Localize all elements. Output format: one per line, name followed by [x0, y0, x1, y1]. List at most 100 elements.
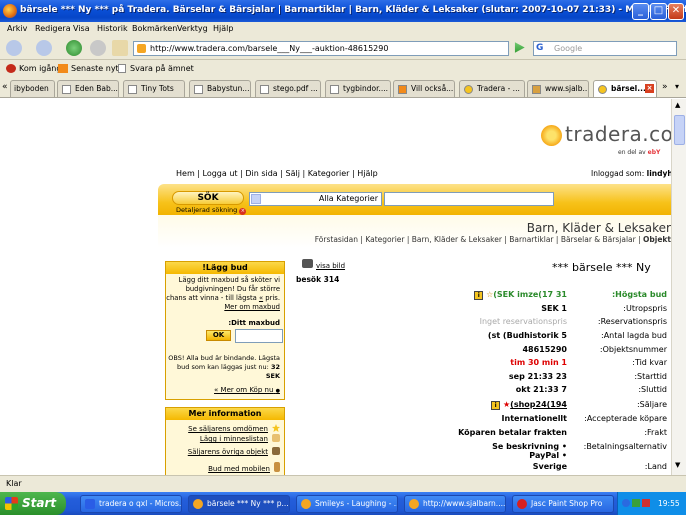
value-hogsta-bud[interactable]: i ☆(SEK imze(17 31 — [474, 290, 567, 300]
tab-barsele-active[interactable]: bärsel... × — [593, 80, 657, 97]
menu-visa[interactable]: Visa — [73, 24, 90, 33]
ovriga-objekt-link[interactable]: Säljarens övriga objekt — [188, 447, 280, 456]
omdomen-link[interactable]: Se säljarens omdömen — [188, 424, 280, 433]
nav-din-sida[interactable]: Din sida — [245, 169, 277, 178]
auction-search-input[interactable] — [384, 192, 554, 206]
task-paint-shop-pro[interactable]: Jasc Paint Shop Pro — [512, 495, 614, 513]
label-reservationspris: :Reservationspris — [597, 317, 667, 326]
sok-button[interactable]: SÖK — [172, 191, 244, 205]
breadcrumb-item[interactable]: Barnartiklar — [509, 235, 553, 244]
back-icon[interactable] — [6, 40, 22, 56]
task-sjalbarn[interactable]: http://www.sjalbarn.... — [404, 495, 506, 513]
tab-babystun[interactable]: Babystun... — [189, 80, 251, 97]
tradera-icon — [464, 85, 473, 94]
breadcrumb-item[interactable]: Barn, Kläder & Leksaker — [412, 235, 502, 244]
tab-tygbindor[interactable]: tygbindor.... — [325, 80, 391, 97]
home-icon[interactable] — [112, 40, 128, 56]
tab-ibyboden[interactable]: ibyboden — [10, 80, 55, 97]
value-tid-kvar: tim 30 min 1 — [510, 358, 567, 367]
tab-label: Eden Bab... — [75, 84, 118, 93]
logo-sub: en del av ebY — [618, 149, 661, 156]
tab-sjalbarn[interactable]: www.sjalb... — [527, 80, 589, 97]
reload-icon[interactable] — [66, 40, 82, 56]
scroll-down-icon[interactable]: ▼ — [675, 461, 680, 469]
value-sluttid: okt 21:33 7 — [515, 385, 567, 394]
menu-arkiv[interactable]: Arkiv — [7, 24, 27, 33]
task-barsele-firefox[interactable]: bärsele *** Ny *** p... — [188, 495, 290, 513]
tradera-icon — [598, 85, 607, 94]
tray-icon[interactable] — [622, 499, 630, 507]
forward-icon[interactable] — [36, 40, 52, 56]
window-title: bärsele *** Ny *** på Tradera. Bärselar … — [20, 5, 686, 15]
nav-salj[interactable]: Sälj — [285, 169, 299, 178]
minimize-button[interactable]: _ — [632, 3, 649, 20]
value-betalning-2: PayPal • — [529, 451, 567, 460]
menu-redigera[interactable]: Redigera — [35, 24, 71, 33]
task-tradera-word[interactable]: tradera o qxl - Micros... — [80, 495, 182, 513]
url-bar[interactable]: http://www.tradera.com/barsele___Ny___-a… — [133, 41, 509, 56]
visit-count: besök 314 — [296, 275, 340, 284]
firefox-icon — [3, 4, 17, 18]
search-input[interactable]: G Google — [533, 41, 677, 56]
tab-stego[interactable]: stego.pdf ... — [255, 80, 321, 97]
start-button[interactable]: Start — [0, 492, 66, 515]
mobile-phone-icon — [274, 462, 280, 472]
label-frakt: :Frakt — [644, 428, 667, 437]
tray-icon[interactable] — [642, 499, 650, 507]
tab-scroll-left-icon[interactable]: « — [2, 82, 8, 92]
bookmark-senaste-nytt[interactable]: Senaste nytt — [71, 64, 122, 73]
tab-close-icon[interactable]: × — [645, 84, 654, 93]
blogger-icon — [398, 85, 407, 94]
vertical-scrollbar[interactable]: ▲ ▼ — [671, 99, 686, 475]
menu-verktyg[interactable]: Verktyg — [177, 24, 208, 33]
go-icon[interactable] — [514, 42, 525, 53]
scrollbar-thumb[interactable] — [674, 115, 685, 145]
maximize-button[interactable]: □ — [650, 3, 667, 20]
menu-bokmarken[interactable]: Bokmärken — [132, 24, 177, 33]
firefox-icon — [193, 499, 203, 509]
tab-tiny-tots[interactable]: Tiny Tots — [123, 80, 185, 97]
tab-tradera[interactable]: Tradera - ... — [459, 80, 525, 97]
nav-kategorier[interactable]: Kategorier — [308, 169, 350, 178]
nav-logga-ut[interactable]: Logga ut — [203, 169, 238, 178]
task-smileys[interactable]: Smileys - Laughing - ... — [296, 495, 398, 513]
menu-historik[interactable]: Historik — [97, 24, 128, 33]
bud-med-mobilen-link[interactable]: Bud med mobilen — [208, 462, 280, 473]
tab-scroll-right-icon[interactable]: » — [662, 82, 668, 92]
tab-vill-ocksa[interactable]: Vill också... — [393, 80, 455, 97]
tab-bar: « ibyboden Eden Bab... Tiny Tots Babystu… — [0, 77, 686, 98]
label-land: :Land — [644, 462, 667, 471]
stop-icon[interactable] — [90, 40, 106, 56]
paint-shop-pro-icon — [517, 499, 527, 509]
max-bid-input[interactable] — [235, 329, 283, 343]
status-bar: Klar — [0, 475, 686, 492]
ok-button[interactable]: OK — [206, 330, 231, 341]
close-button[interactable]: ✕ — [668, 3, 684, 20]
page-icon — [532, 85, 541, 94]
value-antal-bud[interactable]: (st (Budhistorik 5 — [488, 331, 567, 340]
tab-list-icon[interactable]: ▾ — [675, 82, 679, 91]
mer-om-maxbud-link[interactable]: Mer om maxbud — [224, 303, 280, 311]
camera-icon[interactable] — [302, 259, 313, 268]
breadcrumb-item[interactable]: Bärselar & Bärsjalar — [561, 235, 636, 244]
bookmark-kom-igang[interactable]: Kom igång — [19, 64, 61, 73]
nav-hem[interactable]: Hem — [176, 169, 195, 178]
mer-om-kop-nu-link[interactable]: « Mer om Köp nu ● — [214, 386, 280, 394]
tab-eden[interactable]: Eden Bab... — [57, 80, 119, 97]
breadcrumb-item[interactable]: Kategorier — [365, 235, 404, 244]
logged-in-user[interactable]: lindyhep — [647, 169, 671, 178]
visa-bild-link[interactable]: visa bild — [316, 262, 345, 270]
page-content: tradera.com en del av ebY Hem | Logga ut… — [0, 99, 671, 475]
bookmark-svara[interactable]: Svara på ämnet — [130, 64, 194, 73]
nav-hjalp[interactable]: Hjälp — [357, 169, 377, 178]
scroll-up-icon[interactable]: ▲ — [675, 101, 680, 109]
tray-icon[interactable] — [632, 499, 640, 507]
breadcrumb-item[interactable]: Förstasidan — [315, 235, 358, 244]
label-saljare: :Säljare — [636, 400, 667, 409]
minneslistan-link[interactable]: Lägg i minneslistan — [200, 434, 280, 443]
advanced-search-link[interactable]: Detaljerad sökning × — [176, 206, 247, 215]
category-select[interactable]: Alla Kategorier — [249, 192, 382, 206]
menu-bar: Arkiv Redigera Visa Historik Bokmärken V… — [0, 22, 686, 36]
value-saljare[interactable]: i ★(shop24(194 — [491, 400, 567, 410]
menu-hjalp[interactable]: Hjälp — [213, 24, 233, 33]
